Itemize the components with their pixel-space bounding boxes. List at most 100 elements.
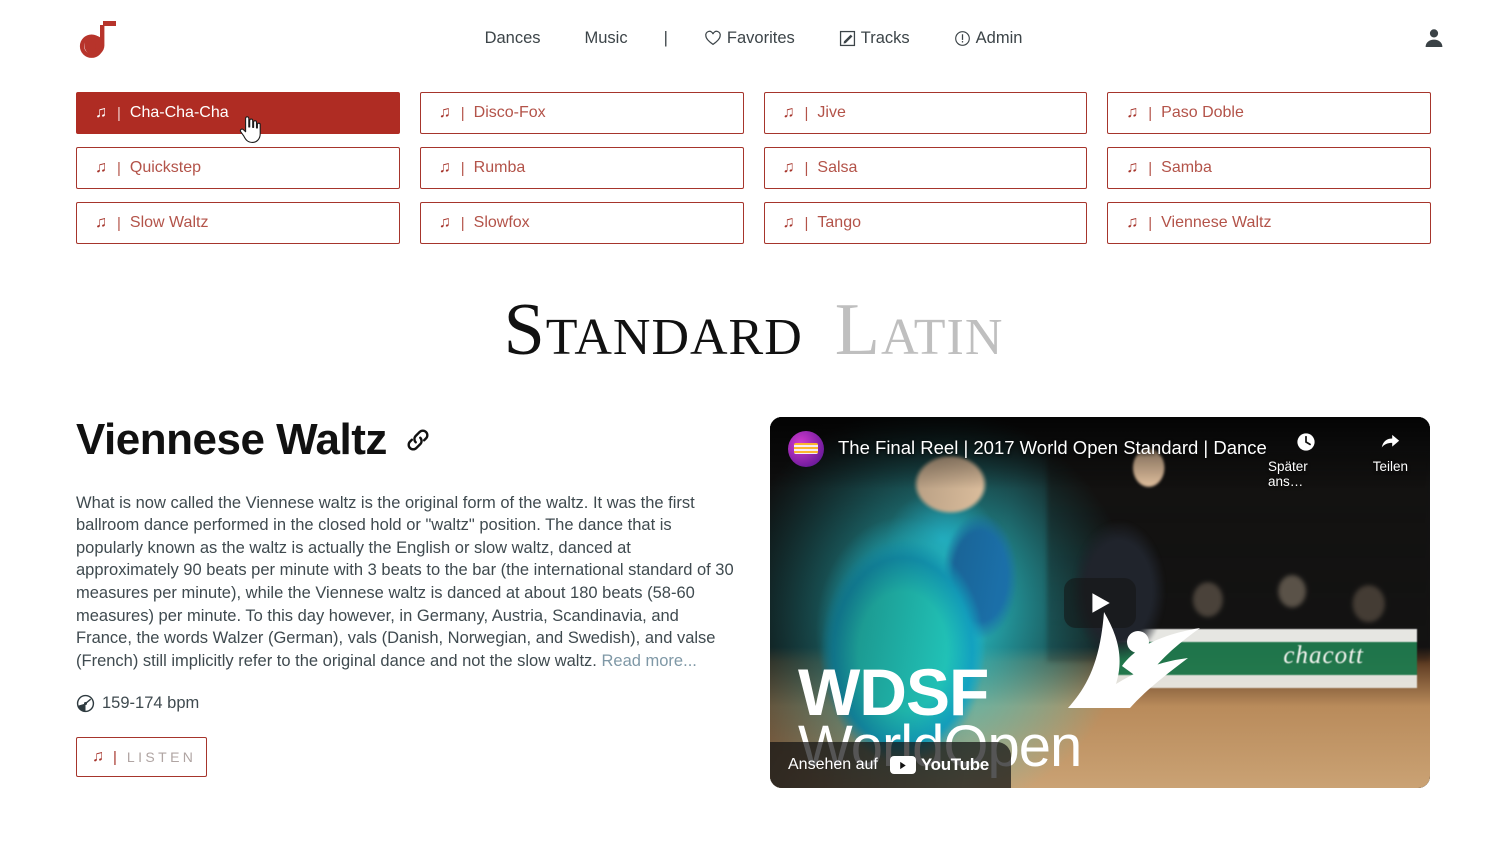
nav-divider: |	[663, 28, 668, 47]
dance-button-label: Jive	[817, 104, 846, 121]
dance-button-viennese-waltz[interactable]: ♫ | Viennese Waltz	[1107, 202, 1431, 244]
music-note-icon: ♫	[1126, 214, 1139, 231]
bpm-info: 159-174 bpm	[76, 694, 738, 713]
description-text: What is now called the Viennese waltz is…	[76, 493, 734, 670]
music-note-icon: ♫	[95, 159, 107, 176]
category-heading: Standard Latin	[0, 289, 1507, 371]
youtube-play-icon	[889, 756, 916, 775]
share-arrow-icon	[1382, 435, 1400, 448]
info-icon	[954, 30, 970, 46]
separator: |	[460, 214, 465, 232]
share-button[interactable]: Teilen	[1373, 431, 1408, 489]
watch-later-button[interactable]: Später ans…	[1268, 431, 1345, 489]
dance-button-quickstep[interactable]: ♫ | Quickstep	[76, 147, 400, 189]
dance-button-label: Quickstep	[129, 159, 202, 176]
category-latin[interactable]: Latin	[835, 289, 1004, 371]
music-note-icon: ♫	[95, 214, 107, 231]
video-title[interactable]: The Final Reel | 2017 World Open Standar…	[838, 437, 1268, 459]
youtube-wordmark: YouTube	[889, 755, 989, 775]
account-avatar-button[interactable]	[1421, 25, 1447, 51]
play-button[interactable]	[1064, 577, 1136, 628]
separator: |	[117, 159, 121, 177]
person-icon	[1425, 29, 1443, 47]
nav-item-tracks[interactable]: Tracks	[817, 23, 932, 54]
dance-button-disco-fox[interactable]: ♫ | Disco-Fox	[419, 92, 744, 134]
dance-button-salsa[interactable]: ♫ | Salsa	[763, 147, 1088, 189]
watch-on-youtube-button[interactable]: Ansehen auf YouTube	[770, 742, 1011, 789]
nav-item-admin[interactable]: Admin	[932, 23, 1045, 54]
dance-button-label: Paso Doble	[1161, 104, 1244, 121]
nav-item-label: Dances	[484, 28, 541, 47]
music-note-d-logo[interactable]	[76, 15, 118, 61]
music-note-icon: ♫	[438, 214, 451, 231]
dance-button-label: Cha-Cha-Cha	[129, 104, 229, 121]
separator: |	[804, 214, 809, 232]
youtube-video-embed[interactable]: chacott The Final Reel | 2017 World Open…	[770, 417, 1430, 789]
main-navigation: Dances Music | Favorites Tracks Admin	[0, 0, 1507, 76]
separator: |	[1148, 104, 1153, 122]
dance-title-text: Viennese Waltz	[76, 415, 387, 465]
separator: |	[804, 104, 809, 122]
dance-button-label: Slowfox	[473, 214, 530, 231]
watch-later-label: Später ans…	[1268, 459, 1308, 490]
dance-button-label: Rumba	[473, 159, 526, 176]
music-note-icon: ♫	[1126, 159, 1139, 176]
share-label: Teilen	[1372, 459, 1408, 475]
heart-icon	[705, 30, 721, 46]
separator: |	[1148, 214, 1153, 232]
dance-button-slow-waltz[interactable]: ♫ | Slow Waltz	[76, 202, 400, 244]
nav-item-favorites[interactable]: Favorites	[682, 23, 817, 54]
nav-item-music[interactable]: Music	[563, 23, 650, 54]
dance-button-slowfox[interactable]: ♫ | Slowfox	[419, 202, 744, 244]
separator: |	[113, 748, 117, 766]
dance-button-label: Samba	[1161, 159, 1212, 176]
dance-button-tango[interactable]: ♫ | Tango	[763, 202, 1088, 244]
dance-button-label: Disco-Fox	[473, 104, 546, 121]
category-standard[interactable]: Standard	[504, 289, 803, 371]
music-note-icon: ♫	[92, 748, 104, 766]
nav-item-label: Favorites	[726, 28, 795, 47]
separator: |	[460, 159, 465, 177]
nav-item-dances[interactable]: Dances	[463, 23, 563, 54]
dance-button-jive[interactable]: ♫ | Jive	[763, 92, 1088, 134]
dance-button-paso-doble[interactable]: ♫ | Paso Doble	[1107, 92, 1431, 134]
nav-item-label: Music	[584, 28, 628, 47]
watch-on-label: Ansehen auf	[788, 756, 878, 774]
dance-button-samba[interactable]: ♫ | Samba	[1107, 147, 1431, 189]
listen-button[interactable]: ♫ | LISTEN	[76, 737, 207, 778]
youtube-top-bar: The Final Reel | 2017 World Open Standar…	[770, 417, 1430, 490]
edit-icon	[839, 30, 855, 46]
dance-button-label: Tango	[817, 214, 861, 231]
music-note-icon: ♫	[1126, 104, 1139, 121]
dance-button-label: Slow Waltz	[129, 214, 209, 231]
bpm-value: 159-174 bpm	[102, 694, 200, 713]
youtube-label: YouTube	[920, 755, 989, 775]
music-note-icon: ♫	[438, 159, 451, 176]
channel-avatar[interactable]	[788, 431, 824, 468]
dance-button-label: Viennese Waltz	[1161, 214, 1272, 231]
separator: |	[460, 104, 465, 122]
chain-link-icon[interactable]	[403, 425, 433, 455]
page-title: Viennese Waltz	[76, 417, 738, 463]
music-note-icon: ♫	[782, 104, 795, 121]
dance-detail-section: Viennese Waltz What is now called the Vi…	[76, 417, 1431, 789]
play-icon	[1092, 593, 1110, 613]
read-more-link[interactable]: Read more...	[601, 652, 696, 670]
nav-item-label: Admin	[975, 28, 1023, 47]
listen-button-label: LISTEN	[126, 749, 197, 766]
dance-info-column: Viennese Waltz What is now called the Vi…	[76, 417, 738, 778]
music-note-icon: ♫	[438, 104, 451, 121]
dance-button-cha-cha-cha[interactable]: ♫ | Cha-Cha-Cha	[76, 92, 400, 134]
dance-selector-grid: ♫ | Cha-Cha-Cha ♫ | Disco-Fox ♫ | Jive ♫…	[76, 92, 1431, 244]
dance-button-rumba[interactable]: ♫ | Rumba	[419, 147, 744, 189]
nav-item-label: Tracks	[860, 28, 910, 47]
youtube-actions: Später ans… Teilen	[1268, 431, 1414, 489]
dance-button-label: Salsa	[817, 159, 858, 176]
separator: |	[1148, 159, 1153, 177]
separator: |	[117, 104, 121, 122]
separator: |	[804, 159, 809, 177]
music-note-icon: ♫	[95, 104, 107, 121]
speedometer-icon	[76, 695, 95, 713]
logo-icon	[79, 21, 116, 58]
app-header: Dances Music | Favorites Tracks Admin	[0, 0, 1507, 76]
